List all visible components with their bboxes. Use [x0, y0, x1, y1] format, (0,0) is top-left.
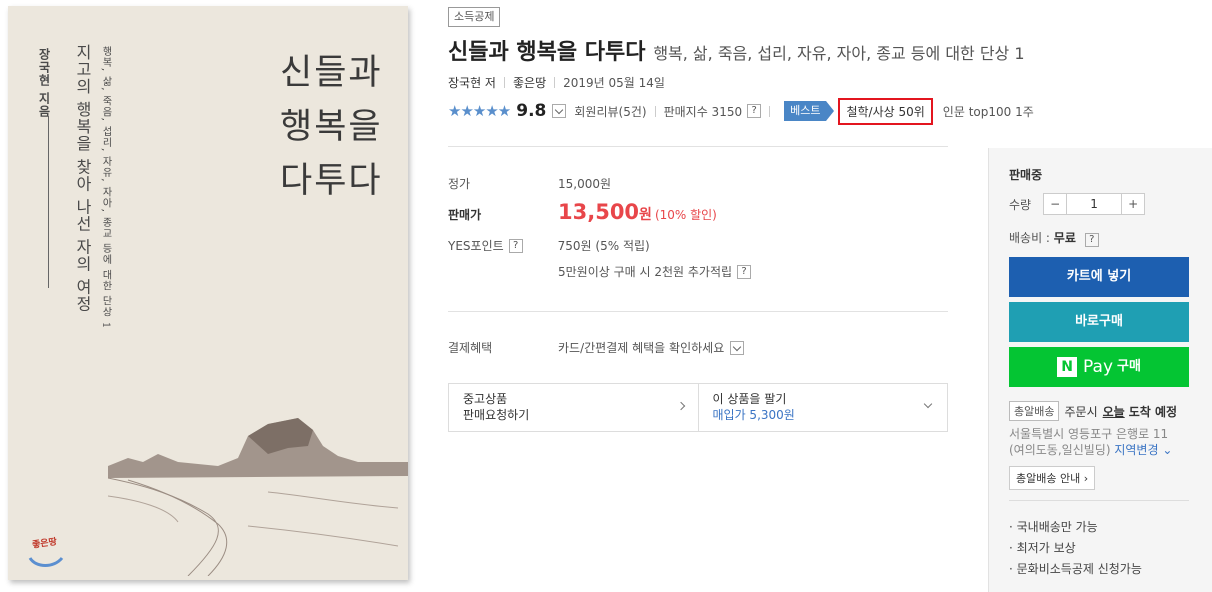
sell-line1: 이 상품을 팔기: [712, 392, 787, 406]
note-item: · 문화비소득공제 신청가능: [1009, 562, 1142, 576]
cover-divider: [48, 116, 49, 288]
quantity-minus-button[interactable]: −: [1044, 194, 1066, 214]
title-subtitle: 행복, 삶, 죽음, 섭리, 자유, 자아, 종교 등에 대한 단상 1: [653, 44, 1025, 63]
divider: [654, 105, 656, 117]
quantity-label: 수량: [1009, 197, 1032, 212]
buy-now-button[interactable]: 바로구매: [1009, 302, 1189, 342]
npay-pay-text: Pay: [1083, 357, 1114, 377]
delivery-address: 서울특별시 영등포구 은행로 11 (여의도동,일신빌딩) 지역변경 ⌄: [1009, 426, 1172, 458]
quantity-input[interactable]: 1: [1066, 194, 1123, 214]
used-product-box: 중고상품 판매요청하기 이 상품을 팔기 매입가 5,300원: [448, 383, 948, 432]
help-icon[interactable]: ?: [508, 238, 523, 253]
chevron-down-icon: ⌄: [1158, 443, 1173, 457]
delivery-today: 오늘: [1102, 404, 1125, 419]
change-region-link[interactable]: 지역변경: [1114, 443, 1158, 457]
address-line2: (여의도동,일신빌딩): [1009, 443, 1111, 457]
divider: [503, 77, 505, 88]
guide-label: 총알배송 안내: [1016, 472, 1081, 485]
divider: [769, 105, 771, 117]
sale-price-value: 13,500: [558, 200, 640, 224]
star-rating-icon: ★★★★★: [448, 102, 511, 120]
used-sale-request-button[interactable]: 중고상품 판매요청하기: [449, 384, 698, 431]
best-badge: 베스트: [784, 101, 835, 121]
divider: [554, 77, 556, 88]
help-icon[interactable]: ?: [737, 264, 752, 279]
quantity-plus-button[interactable]: +: [1122, 194, 1144, 214]
income-deduction-tag: 소득공제: [448, 7, 501, 27]
list-price-row: 정가 15,000원: [448, 175, 611, 192]
panel-divider: [1009, 500, 1189, 501]
chevron-right-icon: ›: [1080, 472, 1089, 485]
desert-landscape-illustration: [108, 418, 408, 576]
yes-point-value: 750원 (5% 적립): [557, 239, 650, 253]
discount-rate: (10% 할인): [654, 208, 717, 222]
sale-price-row: 판매가 13,500 원 (10% 할인): [448, 200, 717, 224]
extra-point-text: 5만원이상 구매 시 2천원 추가적립: [558, 265, 733, 279]
sales-index: 판매지수 3150: [663, 104, 743, 119]
yes-point-label: YES포인트: [448, 239, 504, 253]
add-to-cart-button[interactable]: 카트에 넣기: [1009, 257, 1189, 297]
sell-this-item-button[interactable]: 이 상품을 팔기 매입가 5,300원: [697, 384, 948, 431]
extra-point-row: 5만원이상 구매 시 2천원 추가적립 ?: [558, 263, 752, 280]
category-rank-link[interactable]: 철학/사상 50위: [838, 97, 933, 125]
product-title: 신들과 행복을 다투다 행복, 삶, 죽음, 섭리, 자유, 자아, 종교 등에…: [448, 34, 1025, 66]
payment-benefit-dropdown[interactable]: [730, 340, 745, 355]
note-item: · 최저가 보상: [1009, 541, 1076, 555]
product-meta: 장국현 저 좋은땅 2019년 05월 14일: [448, 74, 665, 91]
section-divider: [448, 311, 948, 312]
publisher-link[interactable]: 좋은땅: [513, 74, 546, 91]
cover-title-line: 신들과: [280, 53, 383, 93]
npay-buy-text: 구매: [1117, 359, 1141, 374]
cover-subtitle: 지고의 행복을 찾아 나선 자의 여정: [73, 44, 92, 313]
rating-dropdown-button[interactable]: [552, 104, 567, 118]
section-divider: [448, 146, 948, 147]
book-cover-image[interactable]: 신들과 행복을 다투다 장국현 지음 지고의 행복을 찾아 나선 자의 여정 행…: [8, 6, 408, 580]
note-item: · 국내배송만 가능: [1009, 520, 1098, 534]
used-line2: 판매요청하기: [463, 408, 530, 422]
payment-benefit-label: 결제혜택: [448, 341, 493, 355]
naver-pay-button[interactable]: N Pay 구매: [1009, 347, 1189, 387]
bullet-delivery-guide-button[interactable]: 총알배송 안내 ›: [1009, 466, 1096, 490]
address-line1: 서울특별시 영등포구 은행로 11: [1009, 427, 1169, 441]
cover-title: 신들과 행복을 다투다: [280, 46, 390, 208]
rating-score: 9.8: [516, 101, 547, 121]
shipping-value: 무료: [1053, 231, 1076, 245]
author-link[interactable]: 장국현 저: [448, 74, 496, 91]
cover-subtitle-small: 행복, 삶, 죽음, 섭리, 자유, 자아, 종교 등에 대한 단상 1: [100, 46, 111, 330]
payment-benefit-value[interactable]: 카드/간편결제 혜택을 확인하세요: [558, 339, 724, 356]
payment-benefit-row: 결제혜택 카드/간편결제 혜택을 확인하세요: [448, 339, 745, 356]
purchase-panel: 판매중 수량 − 1 + 배송비 : 무료 ? 카트에 넣기 바로구매 N Pa…: [988, 148, 1212, 592]
sale-price-unit: 원: [639, 207, 652, 223]
list-price-value: 15,000원: [558, 177, 612, 191]
bullet-delivery-badge: 총알배송: [1009, 401, 1060, 421]
used-line1: 중고상품: [463, 392, 508, 406]
cover-title-line: 다투다: [280, 161, 383, 201]
top100-rank-link[interactable]: 인문 top100 1주: [943, 103, 1034, 120]
help-icon[interactable]: ?: [747, 104, 762, 118]
title-main: 신들과 행복을 다투다: [448, 40, 646, 65]
help-icon[interactable]: ?: [1084, 233, 1099, 247]
quantity-stepper: − 1 +: [1043, 193, 1146, 215]
cover-title-line: 행복을: [280, 107, 383, 147]
delivery-post: 도착 예정: [1128, 404, 1178, 419]
delivery-pre: 주문시: [1064, 404, 1098, 419]
shipping-label: 배송비 :: [1009, 231, 1054, 245]
list-price-label: 정가: [448, 177, 471, 191]
sale-status: 판매중: [1009, 168, 1043, 182]
sale-price-label: 판매가: [448, 208, 482, 222]
buyback-price: 매입가 5,300원: [712, 408, 795, 422]
delivery-estimate: 총알배송 주문시 오늘 도착 예정: [1009, 401, 1177, 421]
quantity-row: 수량 − 1 +: [1009, 193, 1146, 215]
member-review-link[interactable]: 회원리뷰(5건): [574, 103, 646, 120]
purchase-notes: · 국내배송만 가능 · 최저가 보상 · 문화비소득공제 신청가능: [1009, 517, 1142, 580]
publish-date: 2019년 05월 14일: [563, 76, 665, 90]
shipping-fee: 배송비 : 무료 ?: [1009, 229, 1099, 247]
naver-n-icon: N: [1057, 357, 1078, 377]
yes-point-row: YES포인트 ? 750원 (5% 적립): [448, 237, 650, 254]
rating-row: ★★★★★ 9.8 회원리뷰(5건) 판매지수 3150 ? 베스트 철학/사상…: [448, 97, 1034, 125]
cover-author: 장국현 지음: [37, 48, 51, 119]
